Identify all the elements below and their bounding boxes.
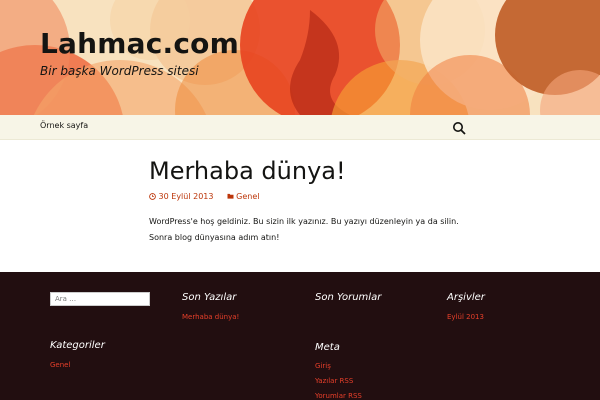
meta-comments-rss-link[interactable]: Yorumlar RSS bbox=[315, 392, 362, 400]
nav-item-ornek-sayfa[interactable]: Örnek sayfa bbox=[40, 121, 88, 130]
site-description: Bir başka WordPress sitesi bbox=[40, 64, 199, 78]
archive-link[interactable]: Eylül 2013 bbox=[447, 313, 484, 321]
post-date-link[interactable]: 30 Eylül 2013 bbox=[159, 192, 214, 201]
category-link[interactable]: Genel bbox=[50, 361, 70, 369]
post-title[interactable]: Merhaba dünya! bbox=[149, 157, 346, 185]
folder-icon bbox=[227, 192, 237, 201]
meta-login-link[interactable]: Giriş bbox=[315, 362, 331, 370]
post-content: WordPress'e hoş geldiniz. Bu sizin ilk y… bbox=[149, 217, 459, 242]
footer-search-input[interactable] bbox=[50, 292, 150, 306]
widget-title-meta: Meta bbox=[315, 342, 340, 353]
navigation-bar: Örnek sayfa bbox=[0, 115, 600, 140]
clock-icon bbox=[149, 192, 159, 201]
post-category-link[interactable]: Genel bbox=[236, 192, 259, 201]
widget-title-archives: Arşivler bbox=[447, 292, 485, 303]
main-content: Merhaba dünya! 30 Eylül 2013 Genel WordP… bbox=[0, 140, 600, 272]
meta-posts-rss-link[interactable]: Yazılar RSS bbox=[315, 377, 353, 385]
post-meta: 30 Eylül 2013 Genel bbox=[149, 192, 259, 201]
recent-post-link[interactable]: Merhaba dünya! bbox=[182, 313, 239, 321]
widget-title-recent-posts: Son Yazılar bbox=[182, 292, 237, 303]
widget-title-recent-comments: Son Yorumlar bbox=[315, 292, 382, 303]
site-header: Lahmac.com Bir başka WordPress sitesi bbox=[0, 0, 600, 115]
widget-title-categories: Kategoriler bbox=[50, 340, 105, 351]
search-icon[interactable] bbox=[452, 120, 466, 135]
site-title[interactable]: Lahmac.com bbox=[40, 27, 239, 60]
site-footer: Son Yazılar Merhaba dünya! Son Yorumlar … bbox=[0, 272, 600, 400]
